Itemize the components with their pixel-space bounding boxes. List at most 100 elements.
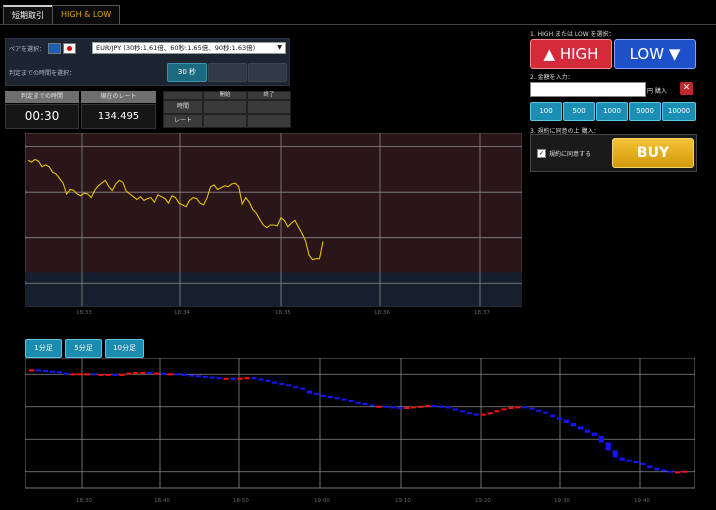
duration-90s-button[interactable]: [248, 63, 287, 82]
time-remaining-value: 00:30: [5, 104, 79, 129]
step2-label: 2. 金額を入力：: [530, 74, 574, 81]
candle: [29, 369, 35, 372]
candle: [313, 392, 319, 395]
candle: [362, 403, 368, 406]
grid-start-time: [203, 100, 247, 114]
candle: [550, 414, 556, 418]
x-tick-label: 18:34: [174, 310, 190, 316]
eu-flag-icon: [48, 43, 61, 54]
candle: [480, 413, 486, 416]
candle: [612, 450, 618, 458]
candle: [244, 377, 250, 380]
candle: [619, 457, 625, 461]
candle: [334, 397, 340, 400]
pair-label: ペアを選択：: [9, 46, 46, 53]
rate-line-chart: 134.600134.550134.500134.45018:3318:3418…: [25, 133, 522, 316]
chart-lower-zone: [25, 272, 522, 306]
candle: [147, 372, 153, 374]
candle-plot-area: [25, 358, 695, 489]
x-tick-label: 18:30: [76, 498, 92, 504]
candle: [536, 409, 542, 412]
chevron-down-icon: ▼: [277, 44, 282, 51]
grid-end-time: [247, 100, 291, 114]
grid-start-rate: [203, 114, 247, 128]
candle: [216, 377, 222, 380]
tab-high-low[interactable]: HIGH & LOW: [52, 5, 121, 24]
timeframe-5min-button[interactable]: 5分足: [65, 339, 102, 358]
candle: [98, 373, 104, 376]
amount-500-button[interactable]: 500: [563, 102, 595, 121]
pair-select[interactable]: EUR/JPY (30秒:1.61倍、60秒:1.65倍、90秒:1.63倍) …: [92, 42, 286, 54]
candle: [341, 398, 347, 401]
candle: [494, 410, 500, 413]
x-tick-label: 19:40: [634, 498, 650, 504]
low-button[interactable]: LOW ▼: [614, 39, 696, 69]
candle: [529, 407, 535, 410]
tab-short-term[interactable]: 短期取引: [3, 5, 53, 25]
candle: [91, 373, 97, 376]
x-tick-label: 19:20: [475, 498, 491, 504]
amount-5000-button[interactable]: 5000: [629, 102, 661, 121]
grid-corner: [163, 91, 203, 100]
amount-input[interactable]: [530, 82, 646, 97]
amount-1000-button[interactable]: 1000: [596, 102, 628, 121]
candle: [487, 412, 493, 415]
x-tick-label: 19:00: [314, 498, 330, 504]
agree-label: 規約に同意する: [549, 151, 592, 158]
amount-100-button[interactable]: 100: [530, 102, 562, 121]
x-tick-label: 19:10: [395, 498, 411, 504]
candle: [279, 383, 285, 385]
candle: [140, 372, 146, 374]
candle: [174, 373, 181, 376]
duration-30s-button[interactable]: 30 秒: [167, 63, 207, 82]
japan-flag-icon: [63, 43, 76, 54]
x-tick-label: 18:50: [233, 498, 249, 504]
candle: [63, 372, 69, 375]
step1-label: 1. HIGH または LOW を選択：: [530, 31, 615, 38]
timeframe-10min-button[interactable]: 10分足: [105, 339, 144, 358]
candle: [473, 413, 479, 416]
candle: [70, 373, 76, 376]
pair-select-value: EUR/JPY (30秒:1.61倍、60秒:1.65倍、90秒:1.63倍): [96, 44, 256, 52]
tab-divider: [0, 24, 716, 25]
x-tick-label: 18:36: [374, 310, 390, 316]
candle: [105, 373, 111, 376]
candle: [56, 371, 62, 374]
candle: [119, 373, 125, 376]
buy-button[interactable]: BUY: [612, 138, 694, 168]
clear-amount-icon[interactable]: ✕: [680, 82, 693, 95]
duration-label: 判定までの時間を選択：: [9, 70, 76, 77]
candle: [265, 379, 271, 382]
current-rate-header: 現在のレート: [81, 91, 156, 103]
candle: [515, 406, 521, 409]
current-rate-value: 134.495: [81, 104, 156, 129]
candle: [299, 387, 306, 390]
candle: [668, 470, 674, 473]
candle: [348, 399, 354, 402]
candle: [272, 381, 278, 384]
amount-10000-button[interactable]: 10000: [662, 102, 696, 121]
candle: [661, 469, 667, 472]
candle: [557, 417, 563, 420]
candle: [654, 467, 660, 471]
candle: [501, 408, 507, 411]
candle: [369, 404, 375, 407]
candle: [633, 461, 639, 463]
candlestick-chart: 134.65134.6134.55134.518:3018:4018:5019:…: [25, 358, 695, 504]
x-tick-label: 18:33: [76, 310, 92, 316]
candle: [404, 407, 410, 409]
candle: [77, 373, 83, 376]
candle: [647, 465, 653, 468]
candle: [49, 370, 55, 373]
high-button[interactable]: ▲ HIGH: [530, 39, 612, 69]
candle: [682, 470, 688, 473]
agree-checkbox[interactable]: ✓: [537, 149, 546, 158]
grid-header-end: 終了: [247, 91, 291, 100]
candle: [577, 426, 583, 430]
x-tick-label: 18:35: [275, 310, 291, 316]
timeframe-1min-button[interactable]: 1分足: [25, 339, 62, 358]
candle: [167, 373, 174, 376]
candle: [209, 376, 215, 379]
candle: [459, 410, 465, 413]
duration-60s-button[interactable]: [208, 63, 247, 82]
